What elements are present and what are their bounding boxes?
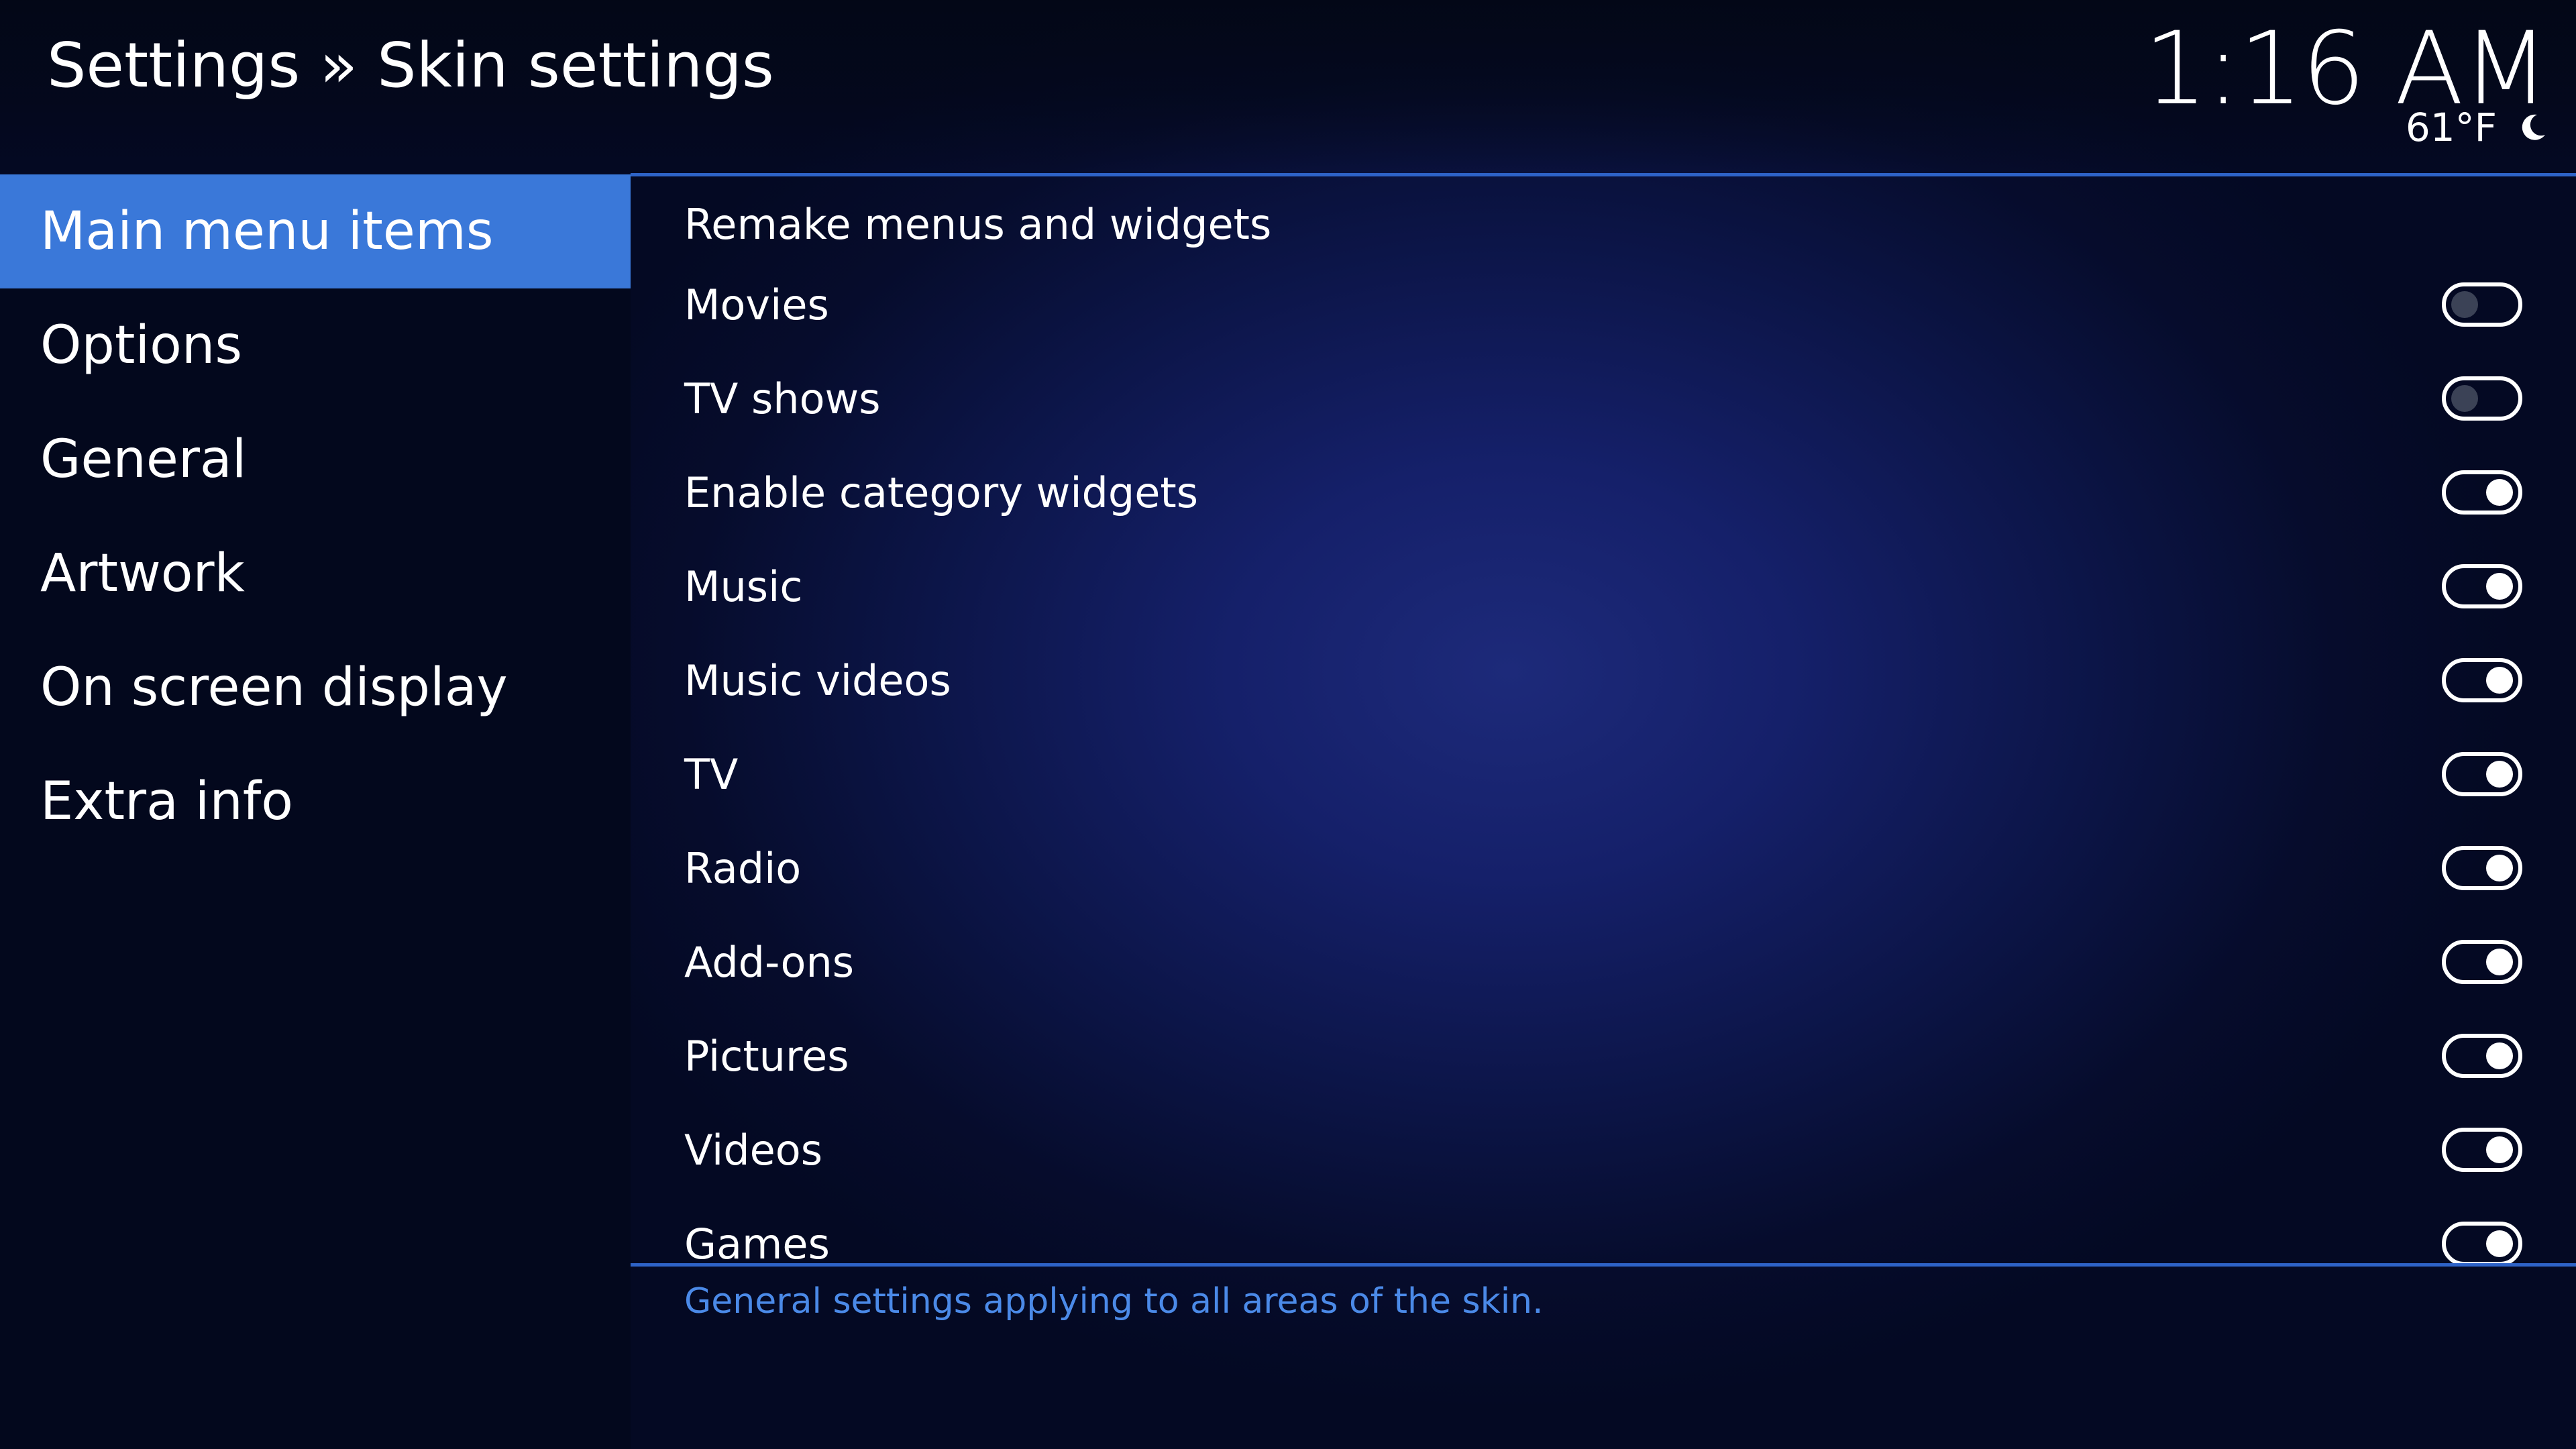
sidebar-item-label: Artwork (40, 543, 245, 604)
toggle-knob (2451, 385, 2478, 412)
setting-music-videos[interactable]: Music videos (631, 633, 2576, 727)
setting-label: Remake menus and widgets (684, 200, 1272, 249)
toggle-knob (2486, 1136, 2513, 1163)
settings-list[interactable]: Remake menus and widgets Movies TV shows… (631, 178, 2576, 1265)
bottom-divider (631, 1263, 2576, 1267)
sidebar-item-label: Options (40, 315, 242, 376)
setting-radio[interactable]: Radio (631, 821, 2576, 915)
toggle-knob (2486, 667, 2513, 694)
setting-label: Movies (684, 280, 829, 329)
setting-label: Music (684, 561, 803, 611)
setting-label: Radio (684, 843, 802, 893)
toggle-switch[interactable] (2442, 564, 2522, 608)
sidebar-item-label: Extra info (40, 771, 293, 832)
toggle-knob (2486, 1230, 2513, 1257)
sidebar-item-main-menu-items[interactable]: Main menu items (0, 174, 631, 288)
toggle-knob (2486, 855, 2513, 881)
top-divider (631, 173, 2576, 176)
toggle-switch[interactable] (2442, 1222, 2522, 1265)
setting-enable-category-widgets[interactable]: Enable category widgets (631, 445, 2576, 539)
sidebar-item-artwork[interactable]: Artwork (0, 517, 631, 631)
toggle-knob (2486, 761, 2513, 788)
setting-tv[interactable]: TV (631, 727, 2576, 821)
setting-label: Games (684, 1219, 830, 1266)
page-title: Settings » Skin settings (47, 30, 774, 101)
toggle-knob (2486, 949, 2513, 975)
setting-remake-menus[interactable]: Remake menus and widgets (631, 178, 2576, 258)
setting-label: Enable category widgets (684, 468, 1199, 517)
setting-label: TV (684, 749, 739, 799)
toggle-switch[interactable] (2442, 470, 2522, 515)
toggle-switch[interactable] (2442, 1128, 2522, 1172)
setting-tv-shows[interactable]: TV shows (631, 352, 2576, 445)
setting-pictures[interactable]: Pictures (631, 1009, 2576, 1103)
sidebar-item-options[interactable]: Options (0, 288, 631, 402)
toggle-knob (2486, 573, 2513, 600)
setting-description: General settings applying to all areas o… (684, 1281, 1544, 1322)
toggle-switch[interactable] (2442, 658, 2522, 702)
toggle-knob (2451, 291, 2478, 318)
sidebar-item-on-screen-display[interactable]: On screen display (0, 631, 631, 745)
setting-label: TV shows (684, 374, 881, 423)
toggle-switch[interactable] (2442, 752, 2522, 796)
toggle-switch[interactable] (2442, 940, 2522, 984)
sidebar-item-label: General (40, 429, 247, 490)
setting-label: Pictures (684, 1031, 849, 1081)
moon-icon (2522, 114, 2545, 140)
toggle-switch[interactable] (2442, 846, 2522, 890)
setting-label: Videos (684, 1125, 823, 1175)
toggle-knob (2486, 1042, 2513, 1069)
sidebar-item-general[interactable]: General (0, 402, 631, 517)
toggle-switch[interactable] (2442, 1034, 2522, 1078)
setting-label: Music videos (684, 655, 951, 705)
setting-add-ons[interactable]: Add-ons (631, 915, 2576, 1009)
weather-info: 61°F (2406, 104, 2548, 151)
sidebar-item-label: On screen display (40, 657, 508, 718)
settings-panel: Remake menus and widgets Movies TV shows… (631, 173, 2576, 1268)
setting-music[interactable]: Music (631, 539, 2576, 633)
skin-settings-screen: Settings » Skin settings 1:16 AM 61°F Ma… (0, 0, 2576, 1449)
sidebar-item-label: Main menu items (40, 201, 494, 262)
toggle-switch[interactable] (2442, 282, 2522, 327)
toggle-knob (2486, 479, 2513, 506)
setting-label: Add-ons (684, 937, 855, 987)
setting-games[interactable]: Games (631, 1197, 2576, 1265)
toggle-switch[interactable] (2442, 376, 2522, 421)
sidebar-item-extra-info[interactable]: Extra info (0, 745, 631, 859)
temperature: 61°F (2405, 105, 2497, 150)
setting-movies[interactable]: Movies (631, 258, 2576, 352)
sidebar: Main menu items Options General Artwork … (0, 174, 631, 1449)
setting-videos[interactable]: Videos (631, 1103, 2576, 1197)
